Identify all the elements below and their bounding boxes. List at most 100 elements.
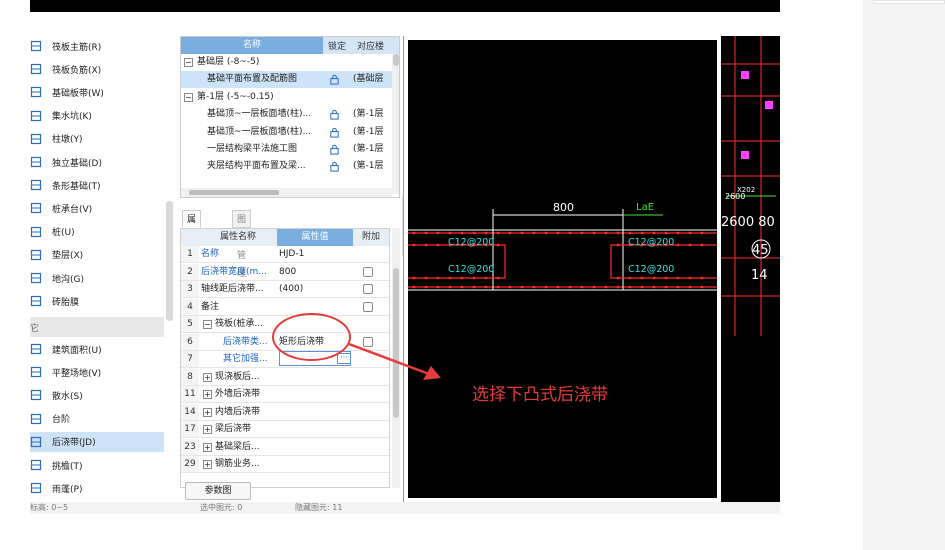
tab-property-list[interactable]: 属性列表 xyxy=(182,210,202,279)
foundation-strip-icon xyxy=(30,86,42,98)
property-row[interactable]: 29 + 钢筋业务... xyxy=(181,456,389,473)
floor-panel-vscroll[interactable] xyxy=(392,54,399,194)
component-item[interactable]: 独立基础(D) xyxy=(30,152,164,172)
property-row[interactable]: 1 名称 HJD-1 xyxy=(181,246,389,263)
rebar-dot xyxy=(472,276,476,280)
lock-icon[interactable] xyxy=(329,109,340,120)
property-value[interactable]: 800 xyxy=(279,264,351,280)
rebar-dot xyxy=(496,243,500,247)
floor-col-name[interactable]: 名称 xyxy=(181,37,323,54)
lock-icon[interactable] xyxy=(329,74,340,85)
rebar-dot xyxy=(688,285,692,289)
component-item[interactable]: 条形基础(T) xyxy=(30,175,164,195)
floor-row-name: 基础顶~一层板面墙(柱)... xyxy=(207,109,312,120)
expand-toggle-icon[interactable]: − xyxy=(184,58,193,67)
drawing-row[interactable]: 夹层结构平面布置及梁... (第-1层 xyxy=(181,158,393,175)
rebar-dot xyxy=(448,231,452,235)
drawing-row[interactable]: 基础顶~一层板面墙(柱)... (第-1层 xyxy=(181,106,393,123)
component-item[interactable]: 筏板主筋(R) xyxy=(30,36,164,56)
rebar-dot xyxy=(700,285,704,289)
expand-toggle-icon[interactable]: + xyxy=(203,425,212,434)
property-row[interactable]: 4 备注 xyxy=(181,298,389,316)
attach-checkbox[interactable] xyxy=(363,301,373,312)
expand-toggle-icon[interactable]: − xyxy=(203,320,212,329)
property-value[interactable]: (400) xyxy=(279,281,351,297)
rebar-dot xyxy=(604,285,608,289)
expand-toggle-icon[interactable]: + xyxy=(203,460,212,469)
component-item[interactable]: 桩承台(V) xyxy=(30,198,164,218)
floor-group-row[interactable]: − 基础层 (-8~-5) xyxy=(181,54,393,71)
component-item[interactable]: 建筑面积(U) xyxy=(30,339,164,359)
lock-icon[interactable] xyxy=(329,144,340,155)
trench-icon xyxy=(30,272,42,284)
expand-toggle-icon[interactable]: − xyxy=(184,92,193,102)
floor-panel-hscroll[interactable] xyxy=(181,188,392,197)
component-item-label: 柱墩(Y) xyxy=(52,135,83,146)
drawing-row[interactable]: 基础顶~一层板面墙(柱)... (第-1层 xyxy=(181,124,393,141)
property-row[interactable]: 17 + 梁后浇带 xyxy=(181,421,389,438)
tab-layer-management[interactable]: 图层管理 xyxy=(232,210,252,279)
rebar-dot xyxy=(556,231,560,235)
floor-col-map[interactable]: 对应楼 xyxy=(357,39,384,52)
top-black-bar xyxy=(30,0,780,12)
floor-col-lock[interactable]: 锁定 xyxy=(328,39,346,52)
component-item[interactable]: 挑檐(T) xyxy=(30,455,164,475)
rebar-dot xyxy=(472,285,476,289)
rebar-dot xyxy=(484,285,488,289)
property-name: 后浇带宽度(m... xyxy=(201,266,267,277)
expand-toggle-icon[interactable]: + xyxy=(203,390,212,399)
lock-icon[interactable] xyxy=(329,161,340,172)
property-value[interactable]: HJD-1 xyxy=(279,246,351,262)
component-item[interactable]: 砖胎膜 xyxy=(30,291,164,311)
component-item[interactable]: 雨蓬(P) xyxy=(30,478,164,498)
cad-model-view[interactable]: 2600 X202 2600 80 45 14 xyxy=(721,36,780,502)
status-elevation: 标高: 0~5 xyxy=(30,503,69,512)
property-row[interactable]: 11 + 外墙后浇带 xyxy=(181,386,389,403)
parameter-diagram-button[interactable]: 参数图 xyxy=(185,482,251,500)
rebar-label-right-top: C12@200 xyxy=(628,237,674,248)
component-item[interactable]: 垫层(X) xyxy=(30,245,164,265)
component-group-header[interactable]: 它 xyxy=(30,317,164,337)
component-item[interactable]: 地沟(G) xyxy=(30,268,164,288)
component-item-label: 桩承台(V) xyxy=(52,204,93,215)
expand-toggle-icon[interactable]: + xyxy=(203,372,212,382)
component-item[interactable]: 后浇带(JD) xyxy=(30,431,164,452)
expand-toggle-icon[interactable]: + xyxy=(203,442,212,452)
component-item[interactable]: 平整场地(V) xyxy=(30,362,164,382)
rebar-label-right-bottom: C12@200 xyxy=(628,264,674,275)
rebar-dot xyxy=(676,276,680,280)
component-item-label: 后浇带(JD) xyxy=(52,438,96,449)
component-item[interactable]: 散水(S) xyxy=(30,385,164,405)
component-item[interactable]: 筏板负筋(X) xyxy=(30,59,164,79)
rebar-dot xyxy=(616,231,620,235)
property-row[interactable]: 2 后浇带宽度(m... 800 xyxy=(181,263,389,281)
component-list-scrollbar[interactable] xyxy=(166,201,173,321)
floor-row-name: 第-1层 (-5~-0.15) xyxy=(197,91,274,102)
rebar-dot xyxy=(640,231,644,235)
component-item[interactable]: 台阶 xyxy=(30,409,164,429)
lock-icon[interactable] xyxy=(329,127,340,138)
rebar-dot xyxy=(688,276,692,280)
component-item[interactable]: 集水坑(K) xyxy=(30,106,164,126)
floor-group-row[interactable]: − 第-1层 (-5~-0.15) xyxy=(181,89,393,106)
rebar-dot xyxy=(484,231,488,235)
property-row-number: 6 xyxy=(181,333,199,350)
raft-negative-rebar-icon xyxy=(30,63,42,75)
property-row[interactable]: 3 轴线距后浇带... (400) xyxy=(181,281,389,298)
component-item[interactable]: 桩(U) xyxy=(30,222,164,242)
attach-checkbox[interactable] xyxy=(363,284,373,294)
component-item[interactable]: 柱墩(Y) xyxy=(30,129,164,149)
rebar-dot xyxy=(472,231,476,235)
rebar-dot xyxy=(496,276,500,280)
drawing-row[interactable]: 基础平面布置及配筋图 (基础层 xyxy=(181,71,393,89)
expand-toggle-icon[interactable]: + xyxy=(203,407,212,417)
component-item[interactable]: 基础板带(W) xyxy=(30,82,164,102)
attach-checkbox[interactable] xyxy=(363,266,373,277)
rebar-dot xyxy=(436,285,440,289)
property-row-number: 1 xyxy=(181,246,199,262)
property-row[interactable]: 14 + 内墙后浇带 xyxy=(181,403,389,421)
pile-icon xyxy=(30,226,42,238)
property-row[interactable]: 23 + 基础梁后... xyxy=(181,438,389,456)
drawing-row[interactable]: 一层结构梁平法施工图 (第-1层 xyxy=(181,141,393,158)
rebar-dot xyxy=(664,285,668,289)
